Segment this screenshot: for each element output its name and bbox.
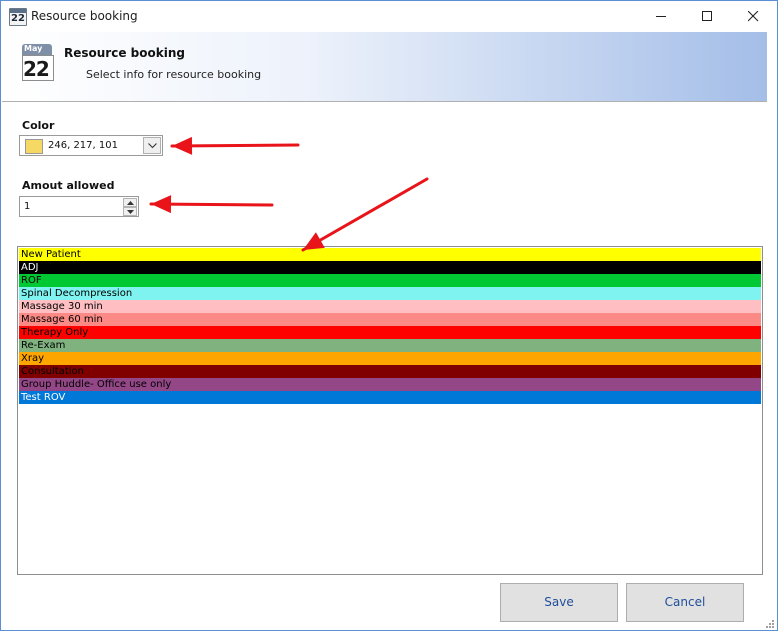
maximize-icon [702,11,712,21]
color-swatch [25,139,43,154]
window-title: Resource booking [31,9,138,23]
chevron-down-icon [148,143,157,149]
list-item[interactable]: Massage 30 min [19,300,761,313]
title-bar: 22 Resource booking [1,1,777,32]
spin-up-button[interactable] [123,198,137,207]
list-item[interactable]: ROF [19,274,761,287]
cancel-button[interactable]: Cancel [626,583,744,622]
maximize-button[interactable] [684,1,730,32]
amount-allowed-value: 1 [24,201,31,212]
list-item[interactable]: Re-Exam [19,339,761,352]
calendar-icon: May 22 [22,44,56,82]
resource-list[interactable]: New Patient ADJ ROF Spinal Decompression Mas… [17,246,763,575]
list-item[interactable]: Xray [19,352,761,365]
resize-grip-icon[interactable] [765,619,775,629]
dropdown-button[interactable] [143,137,161,154]
amount-allowed-label: Amout allowed [22,179,115,192]
list-item[interactable]: Massage 60 min [19,313,761,326]
calendar-app-icon: 22 [9,8,27,26]
header-banner: May 22 Resource booking Select info for … [2,32,767,102]
amount-allowed-spinner[interactable]: 1 [19,196,139,217]
color-label: Color [22,119,55,132]
banner-title: Resource booking [64,46,185,60]
color-value: 246, 217, 101 [48,140,118,151]
save-button[interactable]: Save [500,583,618,622]
list-item[interactable]: Group Huddle- Office use only [19,378,761,391]
list-item[interactable]: Consultation [19,365,761,378]
list-item[interactable]: Test ROV [19,391,761,404]
close-button[interactable] [730,1,776,32]
resource-booking-window: 22 Resource booking May 22 Resource book… [0,0,778,631]
spin-down-button[interactable] [123,207,137,216]
banner-subtitle: Select info for resource booking [86,68,262,81]
list-item[interactable]: ADJ [19,261,761,274]
minimize-icon [656,16,666,17]
close-icon [748,11,759,22]
color-picker-dropdown[interactable]: 246, 217, 101 [19,135,163,156]
list-item[interactable]: Therapy Only [19,326,761,339]
arrow-down-icon [127,210,134,214]
minimize-button[interactable] [638,1,684,32]
list-item[interactable]: New Patient [19,248,761,261]
arrow-up-icon [127,201,134,205]
list-item[interactable]: Spinal Decompression [19,287,761,300]
